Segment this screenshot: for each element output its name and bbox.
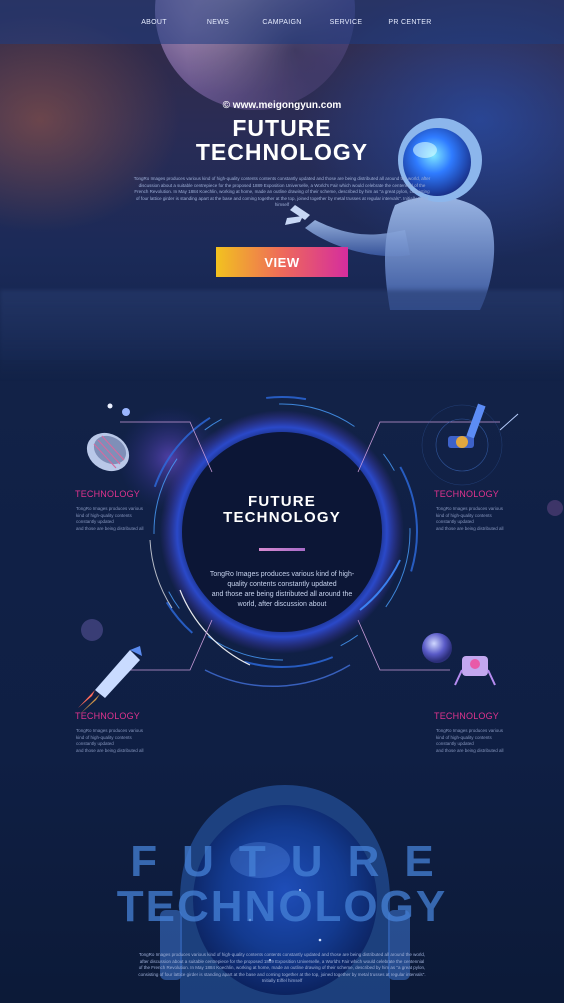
view-button[interactable]: VIEW	[216, 247, 348, 277]
center-divider	[259, 548, 305, 551]
feature-desc-line: and those are being distributed all	[436, 525, 504, 531]
bottom-description: TongRo Images produces various kind of h…	[138, 952, 426, 983]
feature-desc-line: and those are being distributed all	[76, 747, 144, 753]
lander-icon	[454, 656, 496, 686]
feature-desc-top-left: TongRo Images produces various kind of h…	[76, 506, 156, 532]
nav-item-service[interactable]: SERVICE	[314, 19, 378, 26]
center-description-line: and those are being distributed all arou…	[211, 591, 353, 598]
center-description-line: quality contents constantly updated	[227, 581, 337, 588]
center-description-line: world, after discussion about	[237, 601, 327, 608]
center-title: FUTURE TECHNOLOGY	[182, 494, 382, 526]
nav-item-campaign[interactable]: CAMPAIGN	[250, 19, 314, 26]
feature-desc-bottom-right: TongRo Images produces various kind of h…	[436, 728, 516, 754]
hero-title-line1: FUTURE	[232, 115, 332, 141]
top-nav: ABOUT NEWS CAMPAIGN SERVICE PR CENTER	[0, 0, 564, 44]
center-title-line1: FUTURE	[247, 493, 317, 510]
feature-desc-bottom-left: TongRo Images produces various kind of h…	[76, 728, 156, 754]
feature-title-top-left[interactable]: TECHNOLOGY	[75, 489, 140, 499]
bottom-headline-line1: FUTURE	[130, 837, 459, 886]
center-description-line: TongRo Images produces various kind of h…	[209, 571, 355, 578]
hero-title-line2: TECHNOLOGY	[195, 139, 369, 165]
feature-title-bottom-right[interactable]: TECHNOLOGY	[434, 711, 499, 721]
nav-item-about[interactable]: ABOUT	[122, 19, 186, 26]
feature-desc-line: and those are being distributed all	[76, 525, 144, 531]
feature-title-bottom-left[interactable]: TECHNOLOGY	[75, 711, 140, 721]
moon-surface	[0, 290, 564, 380]
center-title-line2: TECHNOLOGY	[223, 509, 341, 526]
feature-title-top-right[interactable]: TECHNOLOGY	[434, 489, 499, 499]
page: ABOUT NEWS CAMPAIGN SERVICE PR CENTER © …	[0, 0, 564, 1003]
hero-section: ABOUT NEWS CAMPAIGN SERVICE PR CENTER © …	[0, 0, 564, 380]
nav-item-news[interactable]: NEWS	[186, 19, 250, 26]
satellite-icon	[421, 403, 519, 486]
feature-desc-line: and those are being distributed all	[436, 747, 504, 753]
nav-item-pr-center[interactable]: PR CENTER	[378, 19, 442, 26]
hero-description: TongRo Images produces various kind of h…	[133, 176, 431, 207]
watermark: © www.meigongyun.com	[222, 100, 342, 111]
rocket-icon	[78, 646, 142, 714]
bottom-headline: FUTURE TECHNOLOGY	[0, 840, 564, 930]
feature-desc-top-right: TongRo Images produces various kind of h…	[436, 506, 516, 532]
center-description: TongRo Images produces various kind of h…	[202, 570, 362, 610]
hero-title: FUTURE TECHNOLOGY	[0, 116, 564, 164]
bottom-headline-line2: TECHNOLOGY	[116, 882, 448, 931]
